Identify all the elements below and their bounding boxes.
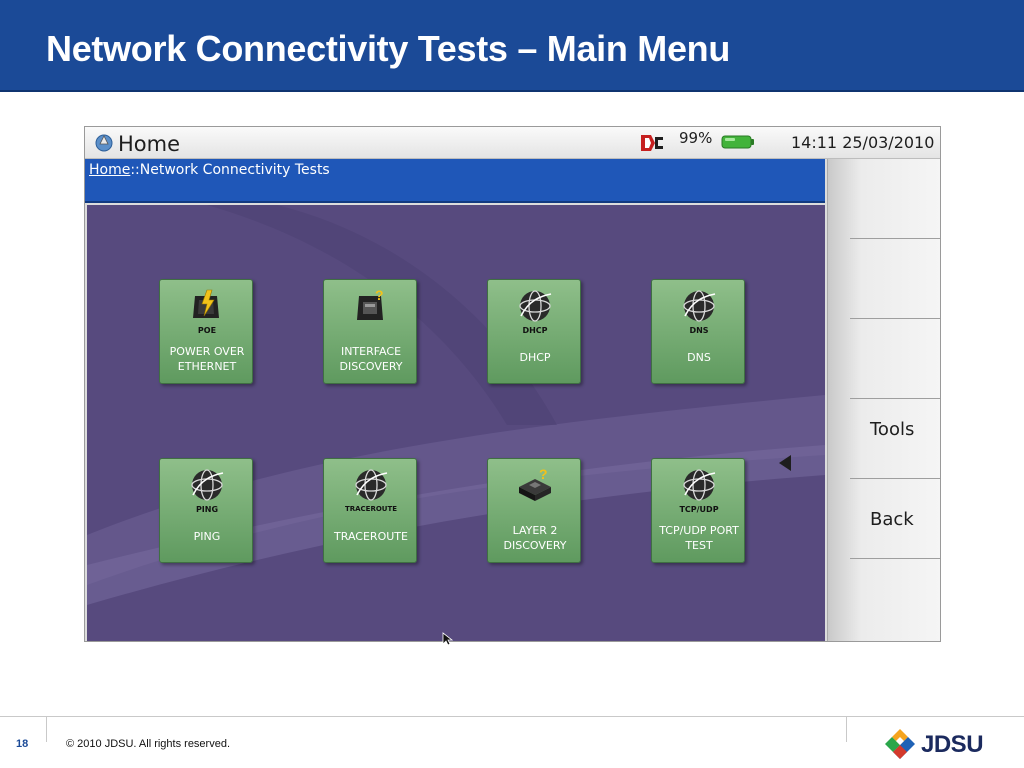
tile-label: LAYER 2 DISCOVERY xyxy=(503,524,567,552)
softkey-3[interactable] xyxy=(850,319,940,399)
tile-tag: TRACEROUTE xyxy=(344,505,398,513)
menu-panel: POE POWER OVER ETHERNET ? INTERFACE DISC… xyxy=(87,205,825,641)
footer-divider xyxy=(846,716,847,742)
breadcrumb-text: Home::Network Connectivity Tests xyxy=(89,162,330,178)
tile-layer2-discovery[interactable]: ? LAYER 2 DISCOVERY xyxy=(487,458,581,563)
tile-tag: PING xyxy=(195,505,219,514)
softkey-6[interactable] xyxy=(850,559,940,639)
back-label: Back xyxy=(870,509,914,530)
footer-rule xyxy=(0,716,1024,717)
battery-percent: 99% xyxy=(679,129,713,147)
tile-tag: DNS xyxy=(689,326,709,335)
softkey-2[interactable] xyxy=(850,239,940,319)
tile-label: INTERFACE DISCOVERY xyxy=(339,345,403,373)
dc-power-icon xyxy=(641,135,663,151)
date-time: 14:11 25/03/2010 xyxy=(791,133,935,152)
tile-traceroute[interactable]: TRACEROUTE TRACEROUTE xyxy=(323,458,417,563)
tile-label: POWER OVER ETHERNET xyxy=(169,345,245,373)
tile-label: TRACEROUTE xyxy=(334,530,408,543)
layer2-discovery-icon: ? xyxy=(519,466,551,501)
mouse-cursor-icon xyxy=(442,632,454,646)
tile-interface-discovery[interactable]: ? INTERFACE DISCOVERY xyxy=(323,279,417,384)
screen-title: Home xyxy=(118,132,181,156)
globe-icon xyxy=(519,290,552,322)
breadcrumb: Home::Network Connectivity Tests xyxy=(85,159,825,203)
slide: Network Connectivity Tests – Main Menu H… xyxy=(0,0,1024,768)
tile-label: PING xyxy=(193,530,221,543)
jdsu-wordmark: JDSU xyxy=(921,731,984,758)
softkey-1[interactable] xyxy=(850,159,940,239)
softkey-panel: Tools Back xyxy=(827,159,940,641)
softkey-back[interactable]: Back xyxy=(850,479,940,559)
tile-label: DHCP xyxy=(519,351,551,364)
tile-label: TCP/UDP PORT TEST xyxy=(659,524,739,552)
footer-divider xyxy=(46,716,47,742)
tools-label: Tools xyxy=(870,419,915,440)
interface-discovery-icon: ? xyxy=(357,287,384,320)
tile-power-over-ethernet[interactable]: POE POWER OVER ETHERNET xyxy=(159,279,253,384)
tile-dns[interactable]: DNS DNS xyxy=(651,279,745,384)
breadcrumb-home-link[interactable]: Home xyxy=(89,162,130,178)
tile-tag: DHCP xyxy=(522,326,548,335)
globe-icon xyxy=(191,469,224,501)
tile-dhcp[interactable]: DHCP DHCP xyxy=(487,279,581,384)
tile-tag: TCP/UDP xyxy=(679,505,719,514)
tile-tag: POE xyxy=(197,326,217,335)
poe-icon xyxy=(193,289,219,318)
tile-ping[interactable]: PING PING xyxy=(159,458,253,563)
breadcrumb-separator: :: xyxy=(130,162,140,178)
tile-tcp-udp-port-test[interactable]: TCP/UDP TCP/UDP PORT TEST xyxy=(651,458,745,563)
page-number: 18 xyxy=(16,738,29,750)
globe-icon xyxy=(683,469,716,501)
copyright: © 2010 JDSU. All rights reserved. xyxy=(66,738,231,750)
globe-icon xyxy=(683,290,716,322)
title-bar: Network Connectivity Tests – Main Menu xyxy=(0,0,1024,92)
device-screen: Home 99% 14:11 25/03/2010 Home::Network … xyxy=(84,126,941,642)
background-swoosh xyxy=(87,205,825,605)
tools-arrow-icon xyxy=(779,455,791,471)
status-bar: Home 99% 14:11 25/03/2010 xyxy=(85,127,940,159)
slide-title: Network Connectivity Tests – Main Menu xyxy=(46,28,731,69)
battery-icon xyxy=(721,135,754,149)
globe-icon xyxy=(355,469,388,501)
svg-text:?: ? xyxy=(375,287,384,303)
home-icon[interactable] xyxy=(93,131,115,153)
tile-label: DNS xyxy=(687,351,711,364)
breadcrumb-current: Network Connectivity Tests xyxy=(139,162,330,178)
softkey-tools[interactable]: Tools xyxy=(850,399,940,479)
jdsu-logo-icon xyxy=(885,729,915,759)
svg-text:?: ? xyxy=(539,466,548,482)
